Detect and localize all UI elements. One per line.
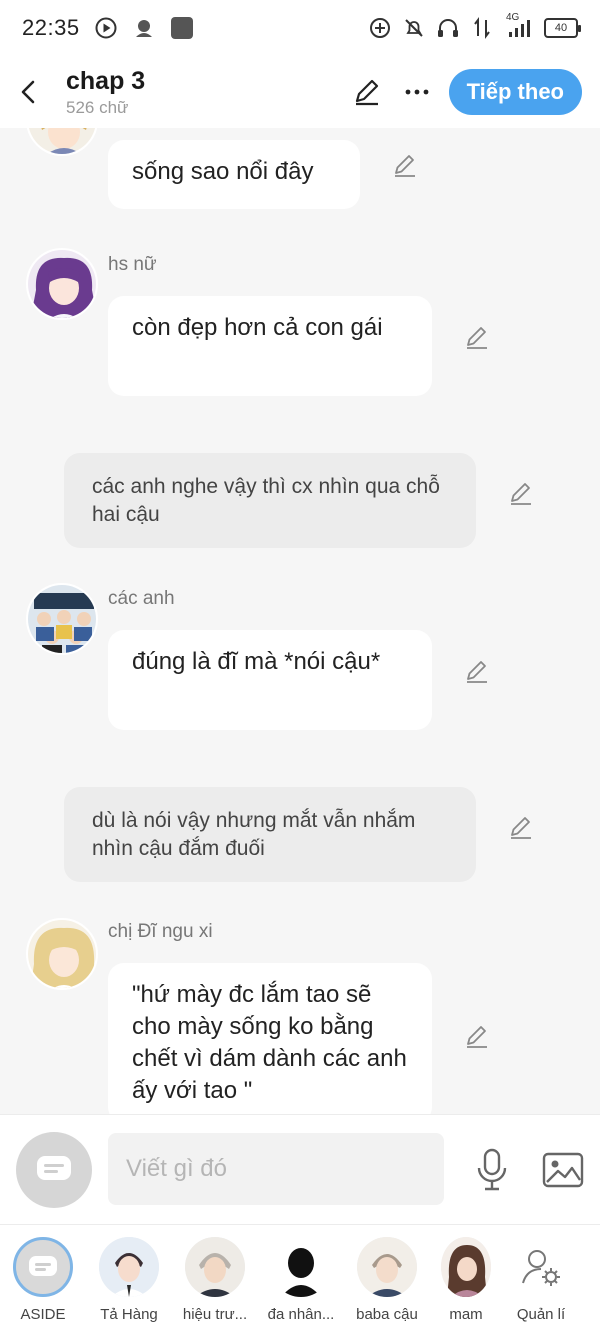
next-button[interactable]: Tiếp theo bbox=[448, 69, 582, 115]
avatar bbox=[271, 1237, 331, 1297]
edit-message-button[interactable] bbox=[506, 478, 536, 508]
headphones-icon bbox=[436, 16, 460, 40]
data-saver-icon bbox=[368, 16, 392, 40]
edit-message-button[interactable] bbox=[462, 322, 492, 352]
insert-image-button[interactable] bbox=[540, 1148, 586, 1192]
character-ta-hang[interactable]: Tả Hàng bbox=[86, 1225, 172, 1333]
character-baba-cau[interactable]: baba cậu bbox=[344, 1225, 430, 1333]
status-time: 22:35 bbox=[22, 15, 80, 40]
edit-chapter-button[interactable] bbox=[349, 74, 385, 110]
image-icon bbox=[542, 1152, 584, 1188]
chevron-left-icon bbox=[21, 80, 35, 104]
sender-name: hs nữ bbox=[108, 254, 157, 275]
notification-app-icon bbox=[132, 16, 156, 40]
aside-toggle-button[interactable] bbox=[16, 1132, 92, 1208]
narration-block[interactable]: dù là nói vậy nhưng mắt vẫn nhắm nhìn cậ… bbox=[64, 787, 476, 882]
manage-characters-button[interactable]: Quản lí bbox=[502, 1225, 580, 1333]
character-name: baba cậu bbox=[356, 1306, 418, 1323]
sender-name: chị Đĩ ngu xi bbox=[108, 921, 213, 942]
composer-bar bbox=[0, 1114, 600, 1224]
edit-message-button[interactable] bbox=[506, 812, 536, 842]
character-name: Quản lí bbox=[516, 1306, 566, 1323]
character-name: Tả Hàng bbox=[100, 1306, 158, 1323]
chat-area[interactable]: sống sao nổi đây hs nữ còn đẹp hơn cả co… bbox=[0, 128, 600, 1114]
avatar bbox=[185, 1237, 245, 1297]
avatar bbox=[99, 1237, 159, 1297]
sender-name: các anh bbox=[108, 588, 175, 609]
editor-header: chap 3 526 chữ Tiếp theo bbox=[0, 56, 600, 128]
character-name: mam bbox=[449, 1306, 483, 1323]
edit-message-button[interactable] bbox=[462, 1021, 492, 1051]
pencil-icon bbox=[467, 1026, 487, 1048]
pencil-icon bbox=[395, 155, 415, 177]
app-square-icon bbox=[170, 16, 194, 40]
pencil-icon bbox=[511, 817, 531, 839]
manage-user-icon bbox=[511, 1237, 571, 1297]
avatar bbox=[441, 1237, 491, 1297]
microphone-icon bbox=[477, 1148, 507, 1191]
more-dots-icon bbox=[405, 89, 429, 95]
signal-icon: 4G bbox=[504, 12, 534, 40]
narration-bubble-icon bbox=[37, 1156, 71, 1180]
message-bubble[interactable]: đúng là đĩ mà *nói cậu* bbox=[108, 630, 432, 730]
avatar[interactable] bbox=[26, 918, 98, 990]
character-da-nhan-cach[interactable]: đa nhân... bbox=[258, 1225, 344, 1333]
more-options-button[interactable] bbox=[399, 74, 435, 110]
narration-bubble-icon bbox=[13, 1237, 73, 1297]
character-bar: ASIDE Tả Hàng hiệu trư... đa nhân... bab… bbox=[0, 1224, 600, 1333]
message-bubble[interactable]: sống sao nổi đây bbox=[108, 140, 360, 209]
voice-input-button[interactable] bbox=[470, 1146, 514, 1194]
network-type: 4G bbox=[506, 12, 520, 23]
narration-block[interactable]: các anh nghe vậy thì cx nhìn qua chỗ hai… bbox=[64, 453, 476, 548]
character-hieu-truong[interactable]: hiệu trư... bbox=[172, 1225, 258, 1333]
mute-bell-icon bbox=[402, 16, 426, 40]
avatar[interactable] bbox=[26, 128, 98, 156]
word-count: 526 chữ bbox=[66, 98, 129, 117]
message-bubble[interactable]: "hứ mày đc lắm tao sẽ cho mày sống ko bằ… bbox=[108, 963, 432, 1114]
character-mama[interactable]: mam bbox=[430, 1225, 502, 1333]
avatar[interactable] bbox=[26, 248, 98, 320]
avatar[interactable] bbox=[26, 583, 98, 655]
message-bubble[interactable]: còn đẹp hơn cả con gái bbox=[108, 296, 432, 396]
character-aside[interactable]: ASIDE bbox=[0, 1225, 86, 1333]
status-bar: 22:35 4G 40 bbox=[0, 0, 600, 56]
play-icon bbox=[94, 16, 118, 40]
back-button[interactable] bbox=[2, 56, 54, 128]
data-transfer-icon bbox=[470, 16, 494, 40]
avatar bbox=[357, 1237, 417, 1297]
pencil-icon bbox=[467, 327, 487, 349]
message-input[interactable] bbox=[108, 1133, 444, 1205]
character-name: ASIDE bbox=[20, 1306, 66, 1323]
edit-message-button[interactable] bbox=[390, 150, 420, 180]
character-name: hiệu trư... bbox=[182, 1306, 248, 1323]
pencil-icon bbox=[467, 661, 487, 683]
chapter-title[interactable]: chap 3 bbox=[66, 66, 145, 96]
pencil-icon bbox=[511, 483, 531, 505]
pencil-icon bbox=[355, 79, 378, 106]
edit-message-button[interactable] bbox=[462, 656, 492, 686]
character-name: đa nhân... bbox=[267, 1306, 335, 1323]
battery-icon: 40 bbox=[544, 18, 581, 38]
